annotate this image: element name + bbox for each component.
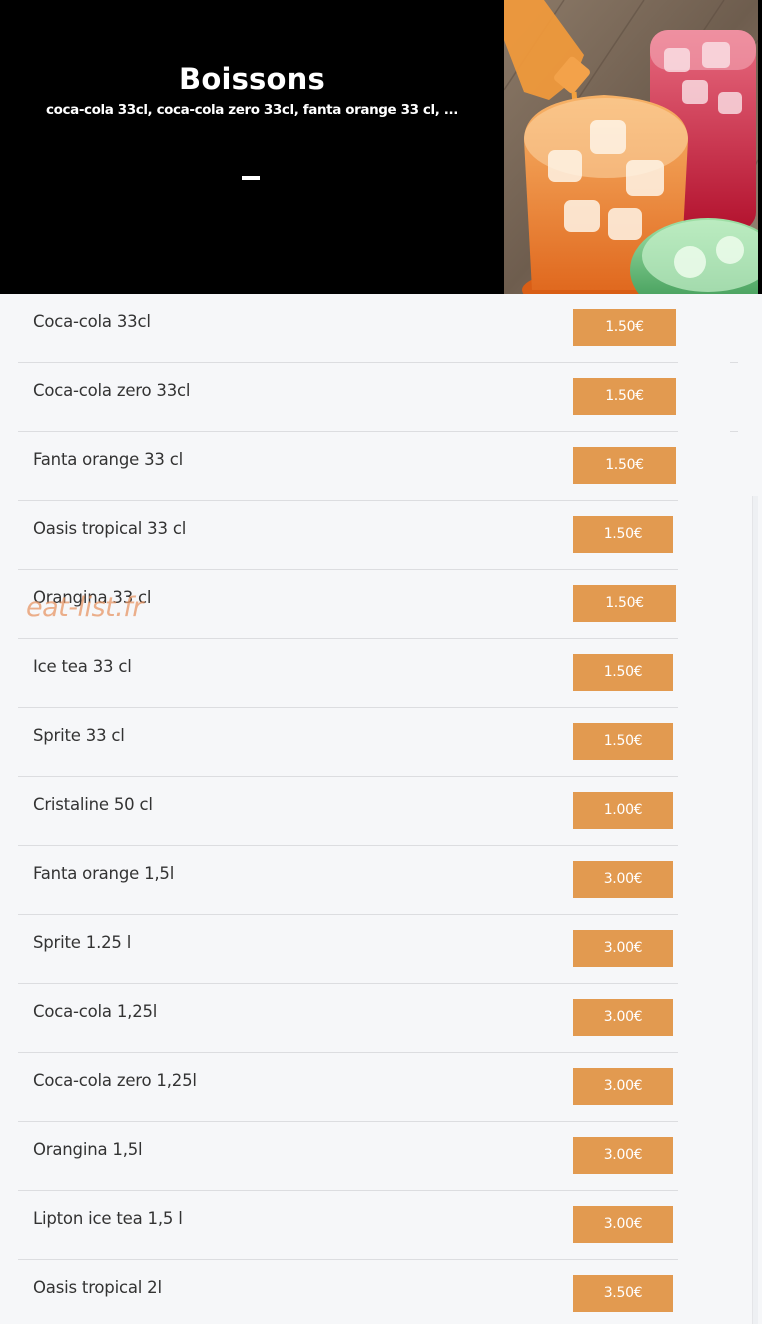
menu-item[interactable]: Cristaline 50 cl 1.00€ bbox=[18, 777, 678, 846]
menu-item-name: Cristaline 50 cl bbox=[33, 795, 153, 814]
menu-item-price[interactable]: 1.50€ bbox=[573, 309, 676, 346]
menu-item[interactable]: Fanta orange 33 cl 1.50€ bbox=[18, 432, 678, 501]
menu-item-price[interactable]: 1.50€ bbox=[573, 447, 676, 484]
category-header: Boissons coca-cola 33cl, coca-cola zero … bbox=[0, 0, 762, 294]
menu-item[interactable]: Coca-cola zero 33cl 1.50€ bbox=[18, 363, 678, 432]
menu-item[interactable]: Sprite 33 cl 1.50€ bbox=[18, 708, 678, 777]
menu-item-name: Oasis tropical 2l bbox=[33, 1278, 162, 1297]
menu-item[interactable]: Coca-cola 33cl 1.50€ bbox=[18, 294, 678, 363]
menu-item[interactable]: Oasis tropical 2l 3.50€ bbox=[18, 1260, 678, 1324]
menu-item-price[interactable]: 1.50€ bbox=[573, 585, 676, 622]
menu-item-name: Coca-cola zero 1,25l bbox=[33, 1071, 197, 1090]
scrollbar[interactable] bbox=[752, 496, 758, 1324]
menu-item-price[interactable]: 3.00€ bbox=[573, 999, 673, 1036]
title-divider bbox=[242, 176, 260, 180]
menu-item-price[interactable]: 3.00€ bbox=[573, 1137, 673, 1174]
menu-item-name: Oasis tropical 33 cl bbox=[33, 519, 187, 538]
menu-item[interactable]: Fanta orange 1,5l 3.00€ bbox=[18, 846, 678, 915]
menu-item-price[interactable]: 3.00€ bbox=[573, 1206, 673, 1243]
menu-item[interactable]: Oasis tropical 33 cl 1.50€ bbox=[18, 501, 678, 570]
side-divider bbox=[730, 362, 738, 363]
menu-item-price[interactable]: 3.00€ bbox=[573, 861, 673, 898]
menu-item[interactable]: Lipton ice tea 1,5 l 3.00€ bbox=[18, 1191, 678, 1260]
menu-item-name: Fanta orange 1,5l bbox=[33, 864, 175, 883]
menu-item-price[interactable]: 3.50€ bbox=[573, 1275, 673, 1312]
menu-item-name: Ice tea 33 cl bbox=[33, 657, 132, 676]
menu-item[interactable]: Sprite 1.25 l 3.00€ bbox=[18, 915, 678, 984]
side-divider bbox=[730, 431, 738, 432]
menu-item[interactable]: Orangina 1,5l 3.00€ bbox=[18, 1122, 678, 1191]
menu-item-name: Fanta orange 33 cl bbox=[33, 450, 183, 469]
menu-item[interactable]: Ice tea 33 cl 1.50€ bbox=[18, 639, 678, 708]
menu-item[interactable]: Coca-cola zero 1,25l 3.00€ bbox=[18, 1053, 678, 1122]
menu-item-name: Sprite 33 cl bbox=[33, 726, 125, 745]
menu-item-name: Coca-cola zero 33cl bbox=[33, 381, 191, 400]
menu-item-price[interactable]: 3.00€ bbox=[573, 930, 673, 967]
menu-item-name: Lipton ice tea 1,5 l bbox=[33, 1209, 183, 1228]
menu-item-price[interactable]: 1.00€ bbox=[573, 792, 673, 829]
menu-item-name: Sprite 1.25 l bbox=[33, 933, 132, 952]
menu-item-price[interactable]: 3.00€ bbox=[573, 1068, 673, 1105]
menu-item[interactable]: Coca-cola 1,25l 3.00€ bbox=[18, 984, 678, 1053]
menu-item-price[interactable]: 1.50€ bbox=[573, 654, 673, 691]
menu-item-price[interactable]: 1.50€ bbox=[573, 723, 673, 760]
category-subtitle: coca-cola 33cl, coca-cola zero 33cl, fan… bbox=[46, 102, 458, 118]
menu-item-name: Orangina 1,5l bbox=[33, 1140, 143, 1159]
menu-item-name: Coca-cola 33cl bbox=[33, 312, 151, 331]
menu-item-price[interactable]: 1.50€ bbox=[573, 516, 673, 553]
drinks-photo bbox=[504, 0, 758, 294]
category-title: Boissons bbox=[179, 62, 325, 96]
menu-item-price[interactable]: 1.50€ bbox=[573, 378, 676, 415]
category-header-text: Boissons coca-cola 33cl, coca-cola zero … bbox=[0, 0, 504, 294]
site-watermark: eat-list.fr bbox=[26, 592, 143, 623]
menu-item-list: Coca-cola 33cl 1.50€ Coca-cola zero 33cl… bbox=[18, 294, 678, 1324]
menu-item-name: Coca-cola 1,25l bbox=[33, 1002, 158, 1021]
